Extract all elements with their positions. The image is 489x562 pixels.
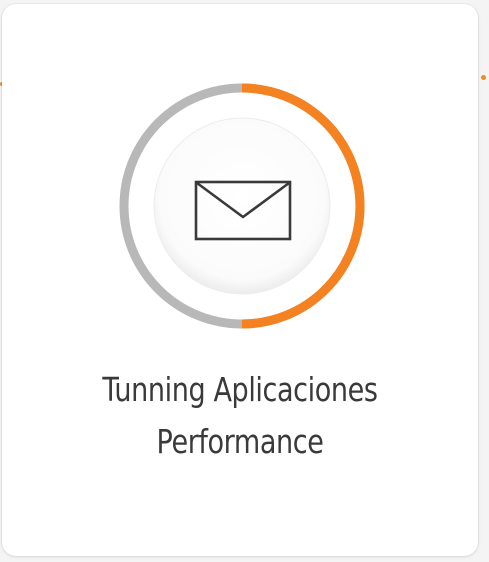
progress-ring-graphic bbox=[119, 83, 365, 329]
service-card[interactable]: Tunning Aplicaciones Performance bbox=[2, 4, 478, 556]
page: Tunning Aplicaciones Performance bbox=[0, 0, 489, 562]
connector-dot-right bbox=[481, 75, 486, 80]
progress-ring bbox=[116, 80, 368, 332]
card-title: Tunning Aplicaciones Performance bbox=[45, 364, 435, 468]
card-title-line1: Tunning Aplicaciones bbox=[102, 370, 378, 409]
inner-disc bbox=[153, 117, 331, 295]
card-title-line2: Performance bbox=[156, 422, 324, 461]
